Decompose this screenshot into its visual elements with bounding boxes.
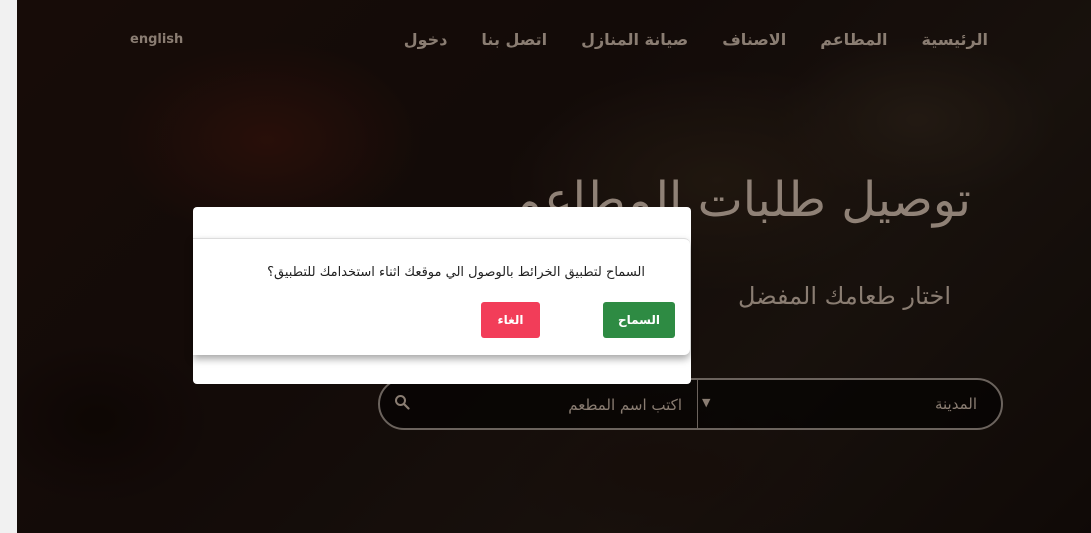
nav-item-restaurants[interactable]: المطاعم (820, 30, 887, 49)
nav-item-login[interactable]: دخول (404, 30, 448, 49)
search-divider (697, 380, 698, 428)
dialog-message: السماح لتطبيق الخرائط بالوصول الي موقعك … (267, 265, 645, 280)
cancel-button[interactable]: الغاء (481, 302, 540, 338)
hero-subtitle: اختار طعامك المفضل (738, 282, 951, 310)
search-bar: المدينة ▼ (378, 378, 1003, 430)
location-permission-dialog: السماح لتطبيق الخرائط بالوصول الي موقعك … (193, 238, 690, 355)
restaurant-search-input[interactable] (420, 392, 684, 418)
nav-item-home-maintenance[interactable]: صيانة المنازل (581, 30, 688, 49)
nav-item-contact[interactable]: اتصل بنا (481, 30, 547, 49)
city-select[interactable]: المدينة (935, 395, 977, 413)
main-nav: الرئيسية المطاعم الاصناف صيانة المنازل ا… (404, 30, 988, 49)
allow-button[interactable]: السماح (603, 302, 675, 338)
caret-down-icon[interactable]: ▼ (702, 396, 710, 409)
language-switch[interactable]: english (130, 32, 183, 47)
nav-item-categories[interactable]: الاصناف (722, 30, 786, 49)
left-scroll-strip (0, 0, 18, 533)
nav-item-home[interactable]: الرئيسية (922, 30, 989, 49)
search-icon[interactable] (394, 394, 410, 410)
